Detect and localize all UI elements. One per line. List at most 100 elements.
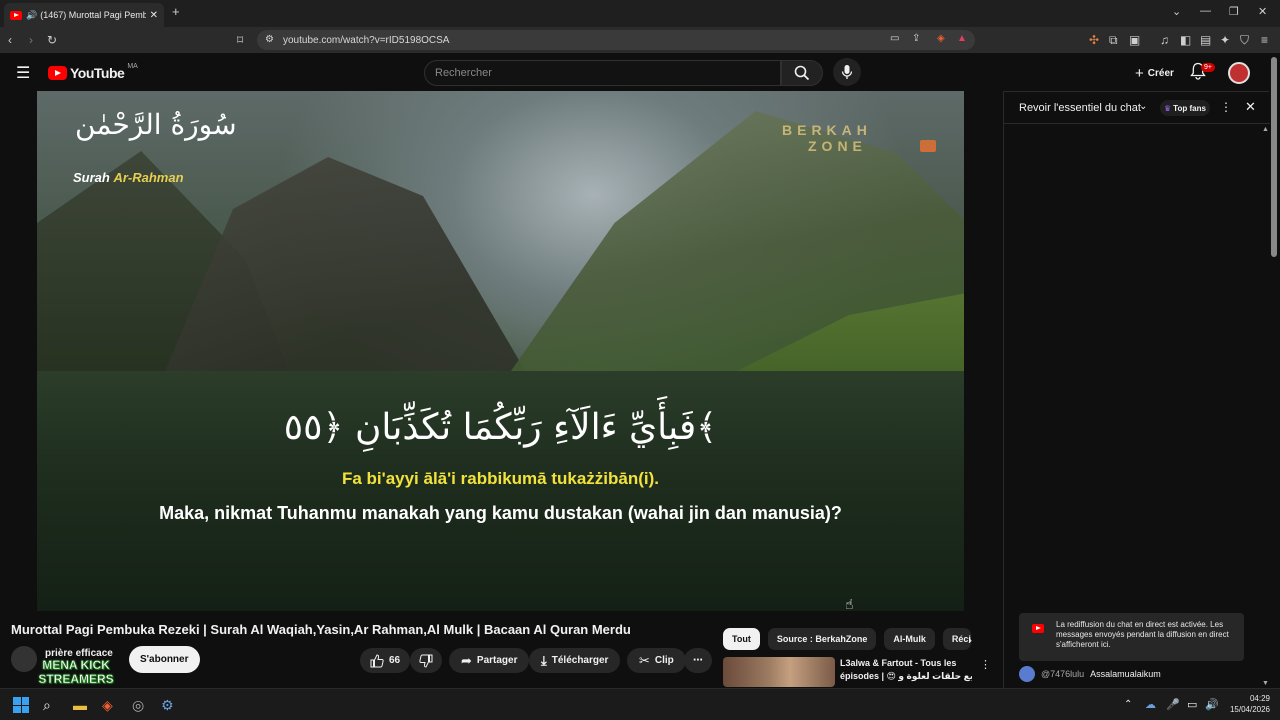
youtube-logo[interactable]: YouTube MA — [48, 62, 138, 81]
browser-toolbar: ‹ › ↻ ⌑ ⚙ youtube.com/watch?v=rID5198OCS… — [0, 27, 1280, 53]
vpn-shield-icon[interactable]: ⛉ — [1240, 33, 1249, 47]
back-icon[interactable]: ‹ — [8, 33, 12, 47]
share-arrow-icon: ➦ — [461, 652, 472, 668]
bookmark-icon[interactable]: ⌑ — [237, 33, 243, 47]
tray-chevron-up-icon[interactable]: ⌃ — [1124, 697, 1132, 713]
like-count: 66 — [389, 655, 401, 666]
search-button[interactable] — [781, 60, 823, 86]
volume-icon[interactable]: 🔊 — [1205, 697, 1219, 713]
chip-all[interactable]: Tout — [723, 628, 760, 650]
notification-count-badge: 9+ — [1201, 63, 1215, 72]
extensions-puzzle-icon[interactable]: ⧉ — [1109, 33, 1118, 47]
clock-time: 04:29 — [1249, 694, 1270, 703]
file-explorer-icon[interactable]: ▬ — [73, 697, 87, 713]
wallet-icon[interactable]: ▤ — [1200, 33, 1211, 47]
brave-shield-icon[interactable]: ◈ — [937, 33, 945, 44]
extension-icon[interactable]: ✣ — [1089, 33, 1099, 47]
window-close-icon[interactable]: ✕ — [1258, 5, 1267, 18]
media-icon[interactable]: ♫ — [1160, 33, 1169, 47]
speaker-icon[interactable]: 🔊 — [26, 10, 37, 21]
sidebar-icon[interactable]: ◧ — [1180, 33, 1191, 47]
chat-scroll-up-icon[interactable]: ▲ — [1262, 126, 1269, 133]
page-scrollbar[interactable] — [1271, 57, 1277, 257]
menu-icon[interactable]: ≡ — [1261, 33, 1268, 47]
chip-recitation[interactable]: Récit — [942, 628, 971, 650]
address-bar[interactable]: ⚙ youtube.com/watch?v=rID5198OCSA ▭ ⇪ ◈ … — [257, 30, 975, 50]
berkah-zone-watermark: BERKAH ZONE — [782, 122, 872, 154]
recommendation-title[interactable]: L3alwa & Fartout - Tous les épisodes | 😍 … — [840, 657, 972, 683]
surah-arabic-title: سُورَةُ الرَّحْمٰن — [75, 108, 237, 141]
chat-mode-dropdown[interactable]: Revoir l'essentiel du chat — [1019, 102, 1141, 114]
chevron-right-icon[interactable]: › — [968, 633, 972, 647]
video-player[interactable] — [37, 91, 964, 611]
tab-title: (1467) Murottal Pagi Pembuk — [40, 10, 146, 20]
watermark-play-icon — [920, 140, 936, 152]
create-button[interactable]: + Créer — [1123, 60, 1186, 86]
mic-tray-icon[interactable]: 🎤 — [1166, 697, 1180, 713]
chevron-down-icon[interactable]: ⌄ — [1139, 101, 1147, 112]
chat-message-text: Assalamualaikum — [1090, 669, 1161, 679]
share-page-icon[interactable]: ⇪ — [912, 33, 920, 44]
microphone-icon — [841, 65, 853, 79]
browser-tab[interactable]: 🔊 (1467) Murottal Pagi Pembuk ✕ — [4, 3, 164, 27]
tab-close-icon[interactable]: ✕ — [150, 10, 158, 21]
maximize-icon[interactable]: ❐ — [1229, 5, 1239, 18]
network-icon[interactable]: ▭ — [1187, 697, 1197, 713]
live-chat-replay-panel: Revoir l'essentiel du chat ⌄ ♛ Top fans ⋮… — [1003, 91, 1270, 688]
search-icon — [794, 65, 810, 81]
top-fans-badge[interactable]: ♛ Top fans — [1160, 100, 1210, 116]
system-clock[interactable]: 04:29 15/04/2026 — [1226, 693, 1270, 715]
youtube-wordmark: YouTube — [70, 65, 125, 81]
download-button[interactable]: ⤓ Télécharger — [529, 648, 621, 673]
recommendation-thumbnail[interactable] — [723, 657, 835, 687]
voice-search-button[interactable] — [833, 58, 861, 86]
clip-button[interactable]: ✂ Clip — [627, 648, 686, 673]
thumbs-down-icon — [419, 654, 433, 668]
more-horizontal-icon: ⋯ — [693, 655, 703, 666]
plus-icon: + — [1135, 64, 1144, 82]
subscribe-button[interactable]: S'abonner — [129, 646, 200, 673]
new-tab-icon[interactable]: + — [172, 4, 180, 19]
leo-ai-icon[interactable]: ✦ — [1220, 33, 1230, 47]
recommendation-more-icon[interactable]: ⋮ — [980, 658, 991, 671]
more-actions-button[interactable]: ⋯ — [684, 648, 712, 673]
chat-user-avatar — [1019, 666, 1035, 682]
video-scene-mountain-center — [157, 157, 537, 391]
like-button[interactable]: 66 — [360, 648, 411, 673]
reader-icon[interactable]: ▣ — [1129, 33, 1140, 47]
account-avatar[interactable] — [1228, 62, 1250, 84]
search-taskbar-icon[interactable]: ⌕ — [43, 697, 51, 713]
brave-browser-icon[interactable]: ◈ — [102, 697, 113, 713]
site-info-icon[interactable]: ⚙ — [265, 34, 274, 45]
steam-icon[interactable]: ⚙ — [161, 697, 174, 713]
hamburger-menu-icon[interactable]: ☰ — [16, 63, 30, 83]
verse-translation: Maka, nikmat Tuhanmu manakah yang kamu d… — [159, 503, 842, 523]
forward-icon[interactable]: › — [29, 33, 33, 47]
reload-icon[interactable]: ↻ — [47, 33, 57, 47]
video-title: Murottal Pagi Pembuka Rezeki | Surah Al … — [11, 622, 631, 637]
youtube-favicon-icon — [10, 10, 22, 20]
channel-avatar[interactable] — [11, 646, 37, 672]
app-icon[interactable]: ◎ — [132, 697, 144, 713]
onedrive-icon[interactable]: ☁ — [1145, 697, 1156, 713]
country-code: MA — [127, 62, 138, 70]
clock-date: 15/04/2026 — [1229, 705, 1270, 714]
share-button[interactable]: ➦ Partager — [449, 648, 530, 673]
search-input[interactable]: Rechercher — [424, 60, 781, 86]
mouse-cursor-icon: ☝ — [845, 596, 854, 612]
windows-start-icon[interactable] — [13, 697, 29, 713]
surah-latin-title: Surah Ar-Rahman — [73, 170, 184, 185]
chip-al-mulk[interactable]: Al-Mulk — [884, 628, 935, 650]
dislike-button[interactable] — [410, 648, 442, 673]
chat-username[interactable]: @7476lulu — [1041, 669, 1084, 679]
chat-close-icon[interactable]: ✕ — [1245, 99, 1256, 115]
chat-scroll-down-icon[interactable]: ▼ — [1262, 680, 1269, 687]
cast-icon[interactable]: ▭ — [890, 33, 899, 44]
chat-more-options-icon[interactable]: ⋮ — [1220, 100, 1232, 114]
minimize-icon[interactable]: — — [1200, 5, 1211, 17]
youtube-play-logo-icon — [48, 66, 67, 80]
chip-source-berkahzone[interactable]: Source : BerkahZone — [767, 628, 877, 650]
brave-rewards-icon[interactable]: ▲ — [957, 33, 967, 44]
tab-search-chevron-icon[interactable]: ⌄ — [1172, 5, 1181, 18]
verse-transliteration: Fa bi'ayyi ālā'i rabbikumā tukażżibān(i)… — [341, 469, 659, 488]
